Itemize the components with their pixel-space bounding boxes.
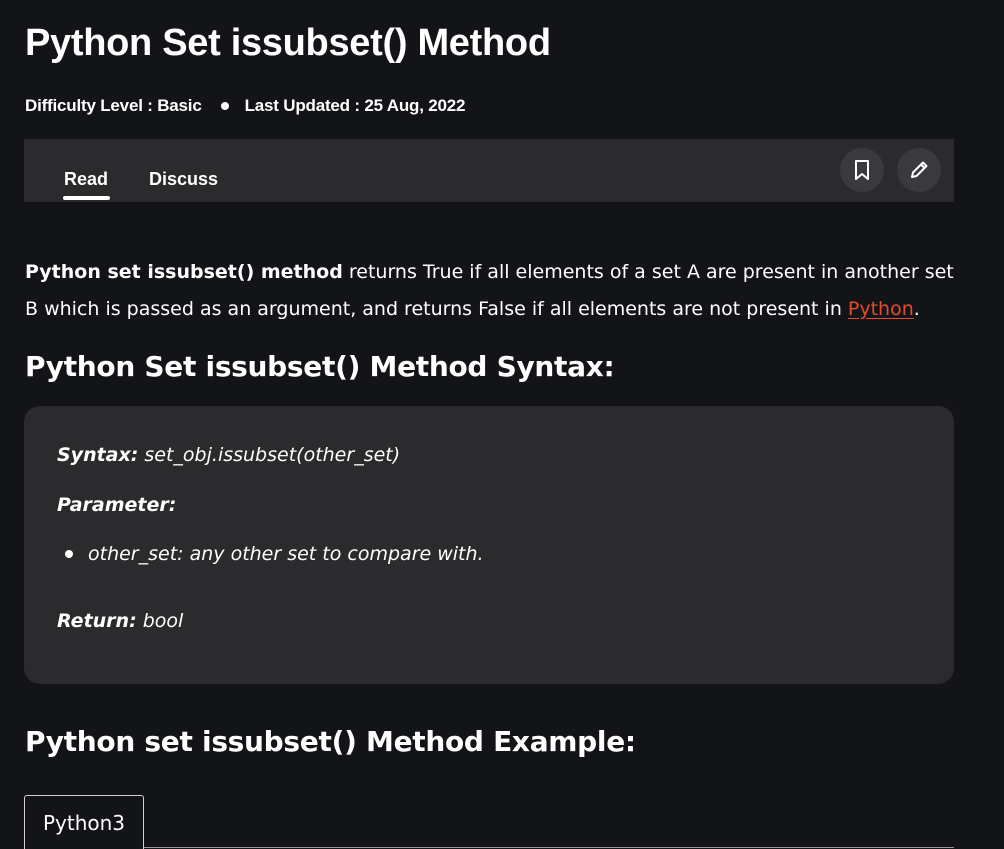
return-line: Return: bool: [57, 608, 183, 634]
bookmark-icon: [855, 160, 869, 180]
tab-read[interactable]: Read: [64, 167, 108, 191]
return-value: bool: [136, 610, 184, 632]
last-updated: Last Updated : 25 Aug, 2022: [244, 96, 466, 115]
article-meta: Difficulty Level : Basic Last Updated : …: [25, 95, 465, 117]
syntax-line: Syntax: set_obj.issubset(other_set): [57, 442, 400, 468]
meta-separator-dot: [220, 102, 229, 110]
edit-button[interactable]: [897, 148, 941, 192]
intro-bold-lead: Python set issubset() method: [25, 261, 343, 283]
parameter-label-text: Parameter:: [57, 494, 177, 516]
article-tab-bar: Read Discuss: [24, 139, 954, 202]
return-label: Return:: [57, 610, 137, 632]
intro-tail: .: [913, 298, 920, 320]
parameter-label: Parameter:: [57, 492, 176, 518]
tab-discuss[interactable]: Discuss: [149, 167, 218, 191]
syntax-value: set_obj.issubset(other_set): [138, 444, 401, 466]
syntax-box: Syntax: set_obj.issubset(other_set) Para…: [24, 406, 954, 684]
code-language-tab[interactable]: Python3: [24, 795, 144, 849]
pencil-icon: [911, 161, 928, 178]
bookmark-button[interactable]: [840, 148, 884, 192]
python-link[interactable]: Python: [848, 298, 914, 320]
example-heading: Python set issubset() Method Example:: [25, 725, 636, 758]
active-tab-indicator: [63, 196, 110, 200]
intro-paragraph: Python set issubset() method returns Tru…: [25, 254, 960, 328]
code-tab-divider: [144, 847, 954, 848]
syntax-heading: Python Set issubset() Method Syntax:: [25, 350, 615, 383]
difficulty-level: Difficulty Level : Basic: [25, 96, 202, 115]
list-bullet: [65, 550, 73, 558]
syntax-label: Syntax:: [57, 444, 139, 466]
parameter-item: other_set: any other set to compare with…: [88, 543, 484, 565]
page-title: Python Set issubset() Method: [25, 22, 551, 64]
article-page: Python Set issubset() Method Difficulty …: [0, 0, 1004, 849]
